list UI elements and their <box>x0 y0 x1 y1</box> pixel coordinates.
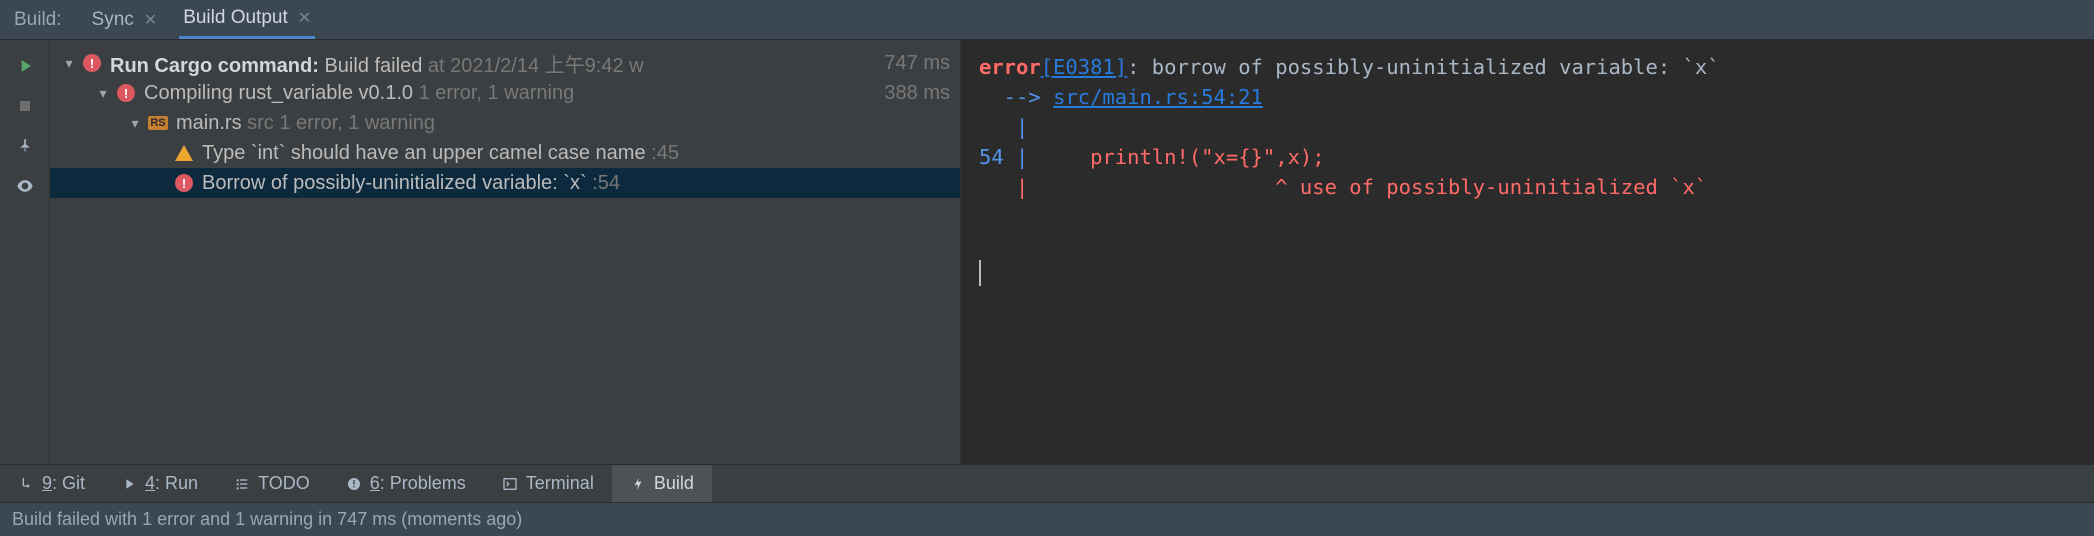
root-timestamp: at 2021/2/14 上午9:42 w <box>428 55 644 77</box>
error-code-link[interactable]: [E0381] <box>1041 55 1127 79</box>
tool-tab-label: : Run <box>155 473 198 493</box>
chevron-down-icon[interactable]: ▾ <box>58 55 80 72</box>
tool-tab-key: 4 <box>145 473 155 493</box>
left-gutter <box>0 40 50 464</box>
tool-tab-label: Build <box>654 473 694 494</box>
tree-file[interactable]: ▾ RS main.rs src 1 error, 1 warning <box>50 108 960 138</box>
chevron-down-icon[interactable]: ▾ <box>124 115 146 132</box>
build-tree: ▾ ! Run Cargo command: Build failed at 2… <box>50 40 960 464</box>
diagnostic-error[interactable]: ! Borrow of possibly-uninitialized varia… <box>50 168 960 198</box>
file-link[interactable]: src/main.rs:54:21 <box>1053 85 1263 109</box>
tool-tab-label: : Problems <box>380 473 466 493</box>
diagnostic-loc: :45 <box>651 142 679 164</box>
file-summary: 1 error, 1 warning <box>279 112 435 134</box>
eye-icon[interactable] <box>15 176 35 196</box>
output-pipe: | <box>1004 145 1090 169</box>
tool-tab-terminal[interactable]: Terminal <box>484 465 612 502</box>
tool-tab-label: TODO <box>258 473 310 494</box>
rerun-icon[interactable] <box>15 56 35 76</box>
output-arrow: --> <box>979 85 1053 109</box>
file-name: main.rs <box>176 112 242 134</box>
output-error-msg: : borrow of possibly-uninitialized varia… <box>1127 55 1719 79</box>
rust-file-icon: RS <box>146 116 170 130</box>
stop-icon[interactable] <box>15 96 35 116</box>
tool-tab-build[interactable]: Build <box>612 465 712 502</box>
build-output-pane[interactable]: error[E0381]: borrow of possibly-uniniti… <box>960 40 2094 464</box>
compile-duration: 388 ms <box>884 82 950 105</box>
output-caret-line: | ^ use of possibly-uninitialized `x` <box>979 175 1707 199</box>
pin-icon[interactable] <box>15 136 35 156</box>
compile-label: Compiling rust_variable v0.1.0 <box>144 82 413 104</box>
file-path-hint: src <box>247 112 274 134</box>
warning-icon <box>172 145 196 161</box>
tab-label: Build Output <box>183 7 288 29</box>
tab-label: Sync <box>92 9 134 31</box>
error-icon: ! <box>172 174 196 192</box>
main-split: ▾ ! Run Cargo command: Build failed at 2… <box>0 40 2094 464</box>
root-duration: 747 ms <box>884 52 950 75</box>
output-line-no: 54 <box>979 145 1004 169</box>
tool-tab-todo[interactable]: TODO <box>216 465 328 502</box>
output-pipe: | <box>979 115 1028 139</box>
close-icon[interactable]: ✕ <box>298 8 311 28</box>
diagnostic-warning[interactable]: Type `int` should have an upper camel ca… <box>50 138 960 168</box>
tool-tab-label: : Git <box>52 473 85 493</box>
status-bar: Build failed with 1 error and 1 warning … <box>0 502 2094 536</box>
tool-tab-problems[interactable]: 6: Problems <box>328 465 484 502</box>
diagnostic-loc: :54 <box>592 172 620 194</box>
close-icon[interactable]: ✕ <box>144 10 157 30</box>
root-title-prefix: Run Cargo command: <box>110 55 319 77</box>
tool-tab-key: 6 <box>370 473 380 493</box>
output-code-line: println!("x={}",x); <box>1090 145 1325 169</box>
tab-sync[interactable]: Sync ✕ <box>88 0 162 39</box>
tree-root[interactable]: ▾ ! Run Cargo command: Build failed at 2… <box>50 48 960 78</box>
tool-window-bar: 9: Git 4: Run TODO 6: Problems Terminal … <box>0 464 2094 502</box>
tool-tab-key: 9 <box>42 473 52 493</box>
output-error-label: error <box>979 55 1041 79</box>
tree-compile[interactable]: ▾ ! Compiling rust_variable v0.1.0 1 err… <box>50 78 960 108</box>
text-cursor <box>979 260 981 286</box>
tool-tab-run[interactable]: 4: Run <box>103 465 216 502</box>
tool-tab-label: Terminal <box>526 473 594 494</box>
tab-build-output[interactable]: Build Output ✕ <box>179 0 315 39</box>
tabstrip-label: Build: <box>14 9 70 31</box>
error-icon: ! <box>80 54 104 72</box>
diagnostic-text: Borrow of possibly-uninitialized variabl… <box>202 172 587 194</box>
chevron-down-icon[interactable]: ▾ <box>92 85 114 102</box>
compile-summary: 1 error, 1 warning <box>419 82 575 104</box>
diagnostic-text: Type `int` should have an upper camel ca… <box>202 142 646 164</box>
build-tabstrip: Build: Sync ✕ Build Output ✕ <box>0 0 2094 40</box>
error-icon: ! <box>114 84 138 102</box>
status-text: Build failed with 1 error and 1 warning … <box>12 509 522 530</box>
tool-tab-git[interactable]: 9: Git <box>0 465 103 502</box>
root-status: Build failed <box>324 55 422 77</box>
